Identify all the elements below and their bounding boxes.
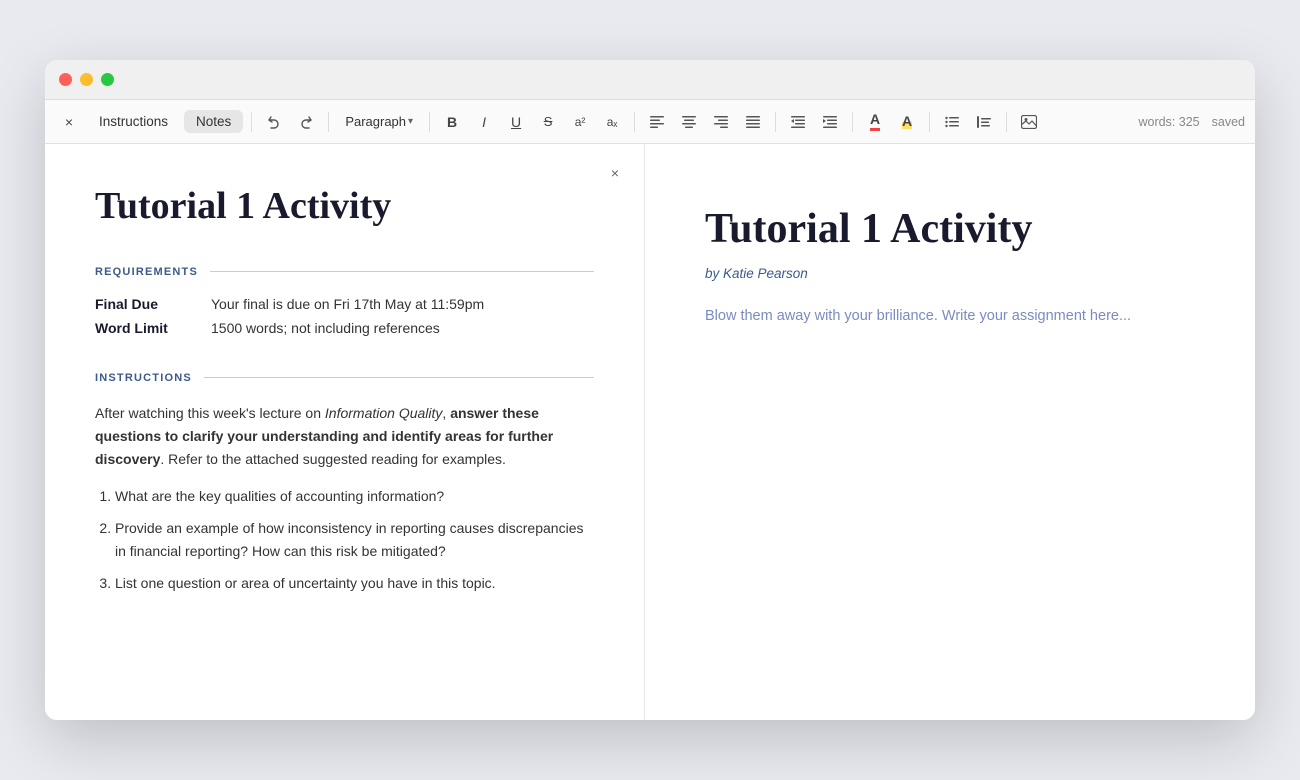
divider-1 <box>251 112 252 132</box>
strikethrough-button[interactable]: S <box>534 108 562 136</box>
req-value-1: 1500 words; not including references <box>211 320 440 336</box>
justify-icon <box>746 116 760 128</box>
divider-6 <box>852 112 853 132</box>
close-traffic-light[interactable] <box>59 73 72 86</box>
redo-icon <box>299 115 313 129</box>
outdent-button[interactable] <box>816 108 844 136</box>
requirements-label: REQUIREMENTS <box>95 266 198 278</box>
divider-7 <box>929 112 930 132</box>
instructions-title: Tutorial 1 Activity <box>95 184 594 230</box>
divider-2 <box>328 112 329 132</box>
font-color-button[interactable]: A <box>861 108 889 136</box>
saved-status: saved <box>1212 115 1245 129</box>
requirement-row-1: Word Limit 1500 words; not including ref… <box>95 320 594 336</box>
align-right-button[interactable] <box>707 108 735 136</box>
divider-8 <box>1006 112 1007 132</box>
list-button[interactable] <box>938 108 966 136</box>
instructions-section-header: INSTRUCTIONS <box>95 372 594 384</box>
notes-panel[interactable]: Tutorial 1 Activity by Katie Pearson Blo… <box>645 144 1255 720</box>
align-center-button[interactable] <box>675 108 703 136</box>
instructions-panel: × Tutorial 1 Activity REQUIREMENTS Final… <box>45 144 645 720</box>
close-panel-button[interactable]: × <box>604 162 626 184</box>
instructions-line <box>204 377 594 378</box>
blockquote-icon <box>977 116 991 128</box>
blockquote-button[interactable] <box>970 108 998 136</box>
minimize-traffic-light[interactable] <box>80 73 93 86</box>
instructions-label: INSTRUCTIONS <box>95 372 192 384</box>
tab-instructions[interactable]: Instructions <box>87 110 180 133</box>
requirement-row-0: Final Due Your final is due on Fri 17th … <box>95 296 594 312</box>
redo-button[interactable] <box>292 108 320 136</box>
font-color-icon: A <box>870 112 880 130</box>
list-item: What are the key qualities of accounting… <box>115 485 594 507</box>
underline-button[interactable]: U <box>502 108 530 136</box>
notes-placeholder-text: Blow them away with your brilliance. Wri… <box>705 305 1195 328</box>
paragraph-select[interactable]: Paragraph ▾ <box>337 111 421 132</box>
align-left-icon <box>650 116 664 128</box>
highlight-button[interactable]: A <box>893 108 921 136</box>
chevron-down-icon: ▾ <box>408 116 413 127</box>
undo-icon <box>267 115 281 129</box>
req-label-0: Final Due <box>95 296 195 312</box>
image-icon <box>1021 115 1037 129</box>
maximize-traffic-light[interactable] <box>101 73 114 86</box>
list-icon <box>945 116 959 128</box>
close-button[interactable]: × <box>55 108 83 136</box>
instructions-intro: After watching this week's lecture on In… <box>95 402 594 471</box>
req-value-0: Your final is due on Fri 17th May at 11:… <box>211 296 484 312</box>
list-item: Provide an example of how inconsistency … <box>115 517 594 562</box>
highlight-icon: A <box>902 114 912 129</box>
requirements-section-header: REQUIREMENTS <box>95 266 594 278</box>
requirements-table: Final Due Your final is due on Fri 17th … <box>95 296 594 336</box>
req-label-1: Word Limit <box>95 320 195 336</box>
align-right-icon <box>714 116 728 128</box>
notes-author: by Katie Pearson <box>705 266 1195 281</box>
toolbar: × Instructions Notes Paragraph ▾ <box>45 100 1255 144</box>
list-item: List one question or area of uncertainty… <box>115 572 594 594</box>
divider-3 <box>429 112 430 132</box>
undo-button[interactable] <box>260 108 288 136</box>
tab-notes[interactable]: Notes <box>184 110 243 133</box>
superscript-button[interactable]: a² <box>566 108 594 136</box>
bold-button[interactable]: B <box>438 108 466 136</box>
align-left-button[interactable] <box>643 108 671 136</box>
instructions-content: After watching this week's lecture on In… <box>95 402 594 595</box>
justify-button[interactable] <box>739 108 767 136</box>
subscript-button[interactable]: aₓ <box>598 108 626 136</box>
divider-4 <box>634 112 635 132</box>
notes-title: Tutorial 1 Activity <box>705 204 1195 254</box>
italic-button[interactable]: I <box>470 108 498 136</box>
align-center-icon <box>682 116 696 128</box>
title-bar <box>45 60 1255 100</box>
main-content: × Tutorial 1 Activity REQUIREMENTS Final… <box>45 144 1255 720</box>
outdent-icon <box>823 116 837 128</box>
browser-window: × Instructions Notes Paragraph ▾ <box>45 60 1255 720</box>
instructions-questions: What are the key qualities of accounting… <box>95 485 594 595</box>
requirements-line <box>210 271 594 272</box>
image-button[interactable] <box>1015 108 1043 136</box>
divider-5 <box>775 112 776 132</box>
indent-icon <box>791 116 805 128</box>
indent-button[interactable] <box>784 108 812 136</box>
word-count-label: words: 325 <box>1138 115 1199 129</box>
